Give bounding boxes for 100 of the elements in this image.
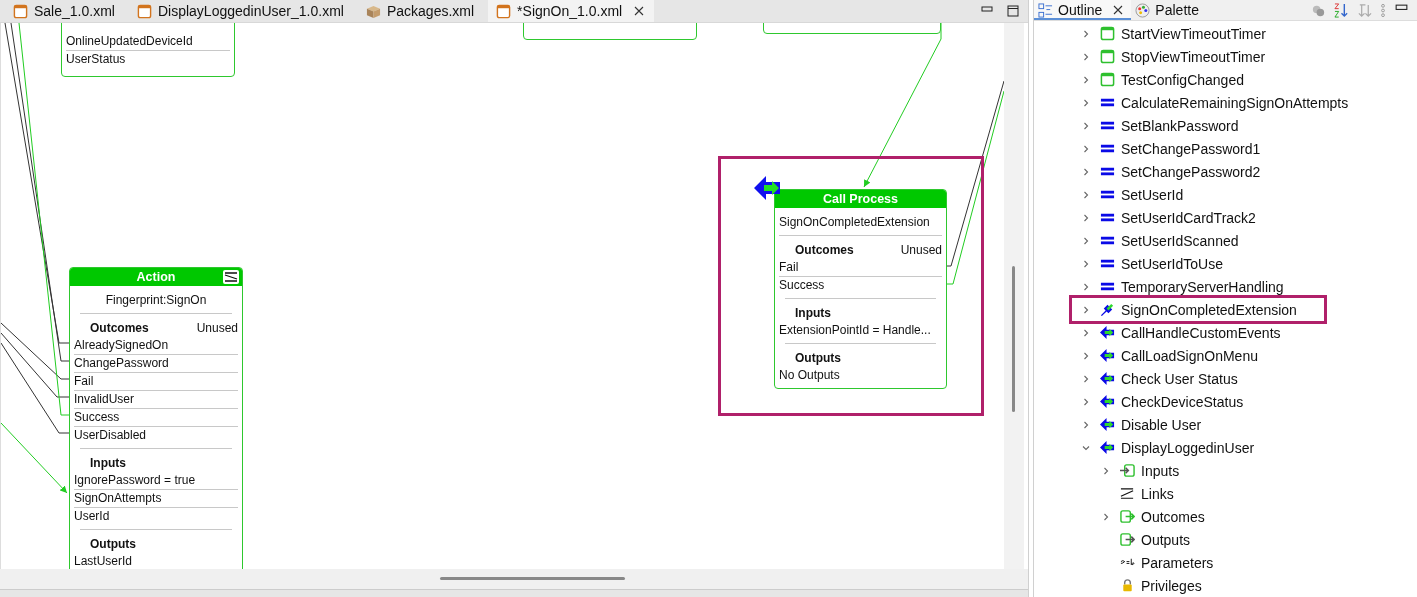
section-heading: Inputs <box>795 306 831 320</box>
expand-chevron-icon[interactable] <box>1081 212 1091 223</box>
node-subtitle: Fingerprint:SignOn <box>80 286 232 314</box>
output-icon <box>1120 509 1135 524</box>
tree-item[interactable]: TestConfigChanged <box>1121 71 1244 88</box>
expand-chevron-icon[interactable] <box>1081 51 1091 62</box>
node-subtitle: SignOnCompletedExtension <box>779 208 942 236</box>
tree-item[interactable]: Links <box>1141 485 1174 502</box>
call-arrow-icon <box>1100 325 1115 340</box>
connector-arrow <box>1 422 68 494</box>
links-icon <box>1120 486 1135 501</box>
expand-chevron-icon[interactable] <box>1081 281 1091 292</box>
expand-chevron-icon[interactable] <box>1081 419 1091 430</box>
tree-item[interactable]: SetUserIdCardTrack2 <box>1121 209 1256 226</box>
node-row: UserStatus <box>66 50 230 68</box>
output-icon <box>1120 532 1135 547</box>
expand-chevron-icon[interactable] <box>1081 258 1091 269</box>
call-arrow-icon <box>1100 394 1115 409</box>
tree-item[interactable]: StopViewTimeoutTimer <box>1121 48 1266 65</box>
expand-chevron-icon[interactable] <box>1081 327 1091 338</box>
input-icon <box>1120 463 1135 478</box>
section-heading: Outputs <box>795 351 841 365</box>
tree-item[interactable]: Disable User <box>1121 416 1202 433</box>
tree-item[interactable]: Inputs <box>1141 462 1180 479</box>
document-window-icon <box>136 3 152 19</box>
expand-chevron-icon[interactable] <box>1081 143 1091 154</box>
horizontal-scrollbar[interactable] <box>0 569 1028 589</box>
expand-chevron-icon[interactable] <box>1081 97 1091 108</box>
tree-item[interactable]: CallHandleCustomEvents <box>1121 324 1281 341</box>
section-note: Unused <box>196 321 238 335</box>
tree-item[interactable]: SetUserId <box>1121 186 1184 203</box>
expand-chevron-icon[interactable] <box>1081 304 1091 315</box>
section-note: Unused <box>900 243 942 257</box>
section-heading: Outcomes <box>90 321 149 335</box>
tree-item[interactable]: SetChangePassword2 <box>1121 163 1261 180</box>
tree-item[interactable]: SignOnCompletedExtension <box>1121 301 1297 318</box>
call-arrow-icon <box>1100 440 1115 455</box>
node-title: Call Process <box>822 192 898 206</box>
more-icon[interactable] <box>1380 2 1386 18</box>
tree-item[interactable]: TemporaryServerHandling <box>1121 278 1284 295</box>
plug-icon <box>1100 302 1115 317</box>
window-icon <box>1100 72 1115 87</box>
tree-item[interactable]: SetUserIdScanned <box>1121 232 1239 249</box>
tree-item[interactable]: Parameters <box>1141 554 1214 571</box>
expand-chevron-icon[interactable] <box>1081 373 1091 384</box>
node-row: UserId <box>74 507 238 525</box>
tree-item[interactable]: DisplayLoggedinUser <box>1121 439 1255 456</box>
node-row-text: AlreadySignedOn <box>74 337 170 354</box>
node-row: Success <box>779 276 942 294</box>
panel-tab[interactable]: Outline <box>1034 0 1132 20</box>
tree-item[interactable]: Outputs <box>1141 531 1191 548</box>
tree-item[interactable]: CallLoadSignOnMenu <box>1121 347 1258 364</box>
call-arrow-icon <box>1100 348 1115 363</box>
node-row: Success <box>74 408 238 426</box>
tree-item[interactable]: StartViewTimeoutTimer <box>1121 25 1266 42</box>
package-icon <box>365 3 381 19</box>
node-row: UserDisabled <box>74 426 238 444</box>
close-icon[interactable] <box>634 6 645 16</box>
window-icon <box>1100 49 1115 64</box>
vertical-scrollbar[interactable] <box>1004 23 1024 569</box>
expand-chevron-icon[interactable] <box>1101 511 1111 522</box>
tree-item[interactable]: Check User Status <box>1121 370 1238 387</box>
expand-chevron-icon[interactable] <box>1081 28 1091 39</box>
expand-chevron-icon[interactable] <box>1081 235 1091 246</box>
call-arrow-icon <box>1100 417 1115 432</box>
expand-chevron-icon[interactable] <box>1081 350 1091 361</box>
call-process-node[interactable]: Call Process SignOnCompletedExtension Outcomes Unused Fail Success Inputs ExtensionPointId = Handle... Outputs No Outputs <box>774 189 947 389</box>
node-row-text: OnlineUpdatedDeviceId <box>66 33 194 50</box>
tree-item[interactable]: CheckDeviceStatus <box>1121 393 1244 410</box>
close-icon[interactable] <box>1113 5 1124 15</box>
editor-tab[interactable]: *SignOn_1.0.xml <box>488 0 655 22</box>
node-row-text: LastUserId <box>74 553 134 569</box>
node-row-text: No Outputs <box>779 367 841 384</box>
section-heading: Inputs <box>90 456 126 470</box>
expand-chevron-icon[interactable] <box>1081 189 1091 200</box>
tree-item[interactable]: SetUserIdToUse <box>1121 255 1223 272</box>
sort-icon[interactable] <box>1334 2 1349 18</box>
padlock-icon <box>1120 578 1135 593</box>
expand-chevron-icon[interactable] <box>1081 396 1091 407</box>
tree-item[interactable]: Privileges <box>1141 577 1202 594</box>
tree-item[interactable]: CalculateRemainingSignOnAttempts <box>1121 94 1349 111</box>
sort-icon[interactable] <box>1357 2 1372 18</box>
document-window-icon <box>13 3 28 19</box>
node-row: Fail <box>74 372 238 390</box>
call-arrow-icon <box>1100 371 1115 386</box>
node-row-text: ExtensionPointId = Handle... <box>779 322 932 339</box>
maximize-icon[interactable] <box>1006 4 1020 18</box>
action-node[interactable]: Action Fingerprint:SignOn Outcomes Unused AlreadySignedOn ChangePassword Fail InvalidUser Success UserDisabled Inputs IgnorePassword = true SignOnAttempts UserId Outputs LastUserId <box>69 267 243 569</box>
tree-item[interactable]: SetChangePassword1 <box>1121 140 1261 157</box>
expand-chevron-icon[interactable] <box>1081 120 1091 131</box>
expand-chevron-icon[interactable] <box>1101 465 1111 476</box>
document-window-icon <box>496 3 512 19</box>
node-row: ChangePassword <box>74 354 238 372</box>
tree-item[interactable]: SetBlankPassword <box>1121 117 1239 134</box>
panel-tab[interactable]: Palette <box>1131 0 1207 20</box>
diagram-node[interactable]: OnlineUpdatedDeviceId UserStatus <box>61 23 235 77</box>
expand-chevron-icon[interactable] <box>1081 74 1091 85</box>
expand-chevron-icon[interactable] <box>1081 166 1091 177</box>
tree-item[interactable]: Outcomes <box>1141 508 1205 525</box>
node-row-text: IgnorePassword = true <box>74 472 197 489</box>
